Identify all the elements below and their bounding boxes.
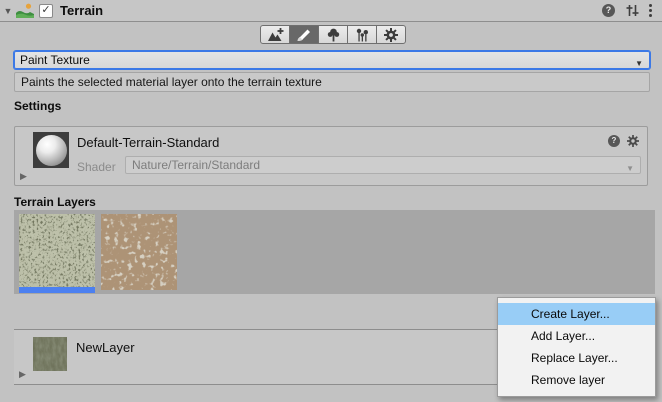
paint-trees-button[interactable] <box>318 25 348 44</box>
material-gear-icon[interactable] <box>627 135 639 147</box>
layer-name: NewLayer <box>76 340 135 355</box>
create-neighbor-terrains-button[interactable] <box>260 25 290 44</box>
paint-details-button[interactable] <box>347 25 377 44</box>
shader-dropdown-value: Nature/Terrain/Standard <box>132 158 260 172</box>
material-help-icon[interactable]: ? <box>608 135 620 147</box>
material-foldout-icon[interactable]: ▶ <box>20 171 27 182</box>
terrain-inspector: ▼ ✓ Terrain ? <box>0 0 662 402</box>
tool-help-box: Paints the selected material layer onto … <box>14 72 650 92</box>
grass-texture-thumbnail <box>19 214 95 287</box>
rock-texture-thumbnail <box>101 214 177 290</box>
settings-section-label: Settings <box>14 99 61 113</box>
layer-foldout-icon[interactable]: ▶ <box>19 369 26 380</box>
terrain-material-box: Default-Terrain-Standard ? Shader Nature… <box>14 126 648 186</box>
terrain-icon <box>16 3 34 18</box>
layer-texture-thumbnail <box>33 337 67 371</box>
chevron-down-icon: ▼ <box>635 56 643 72</box>
shader-dropdown: Nature/Terrain/Standard ▼ <box>125 156 641 174</box>
terrain-settings-gear-icon <box>384 28 398 42</box>
terrain-layer-tile-grass[interactable] <box>19 214 95 293</box>
checkmark-icon: ✓ <box>41 5 50 16</box>
menu-item-replace-layer[interactable]: Replace Layer... <box>498 347 655 369</box>
terrain-layer-tile-rock[interactable] <box>101 214 177 290</box>
presets-icon[interactable] <box>625 4 639 17</box>
terrain-layers-palette <box>14 210 655 294</box>
menu-item-remove-layer[interactable]: Remove layer <box>498 369 655 391</box>
chevron-down-icon: ▼ <box>626 161 634 177</box>
component-title: Terrain <box>60 3 103 18</box>
terrain-settings-button[interactable] <box>376 25 406 44</box>
menu-item-create-layer[interactable]: Create Layer... <box>498 303 655 325</box>
shader-label: Shader <box>77 160 116 174</box>
paint-trees-icon <box>326 28 341 42</box>
layer-context-menu: Create Layer... Add Layer... Replace Lay… <box>497 297 656 397</box>
paint-tool-dropdown-value: Paint Texture <box>20 53 90 67</box>
component-foldout-icon[interactable]: ▼ <box>0 6 16 16</box>
paint-tool-dropdown[interactable]: Paint Texture ▼ <box>14 51 650 69</box>
component-enabled-checkbox[interactable]: ✓ <box>39 4 53 18</box>
create-neighbor-terrains-icon <box>267 28 284 42</box>
terrain-layers-section-label: Terrain Layers <box>14 195 96 209</box>
help-icon[interactable]: ? <box>602 4 615 17</box>
selected-layer-indicator <box>19 287 95 293</box>
more-menu-icon[interactable] <box>649 4 652 17</box>
material-preview-thumbnail[interactable] <box>33 132 69 168</box>
material-name: Default-Terrain-Standard <box>77 135 219 150</box>
component-header: ▼ ✓ Terrain ? <box>0 0 662 22</box>
paint-details-icon <box>355 28 370 42</box>
tool-help-text: Paints the selected material layer onto … <box>21 75 322 89</box>
material-sphere-icon <box>36 135 67 166</box>
paint-terrain-brush-icon <box>296 28 312 42</box>
terrain-toolbar <box>260 25 406 44</box>
paint-terrain-button[interactable] <box>289 25 319 44</box>
menu-item-add-layer[interactable]: Add Layer... <box>498 325 655 347</box>
